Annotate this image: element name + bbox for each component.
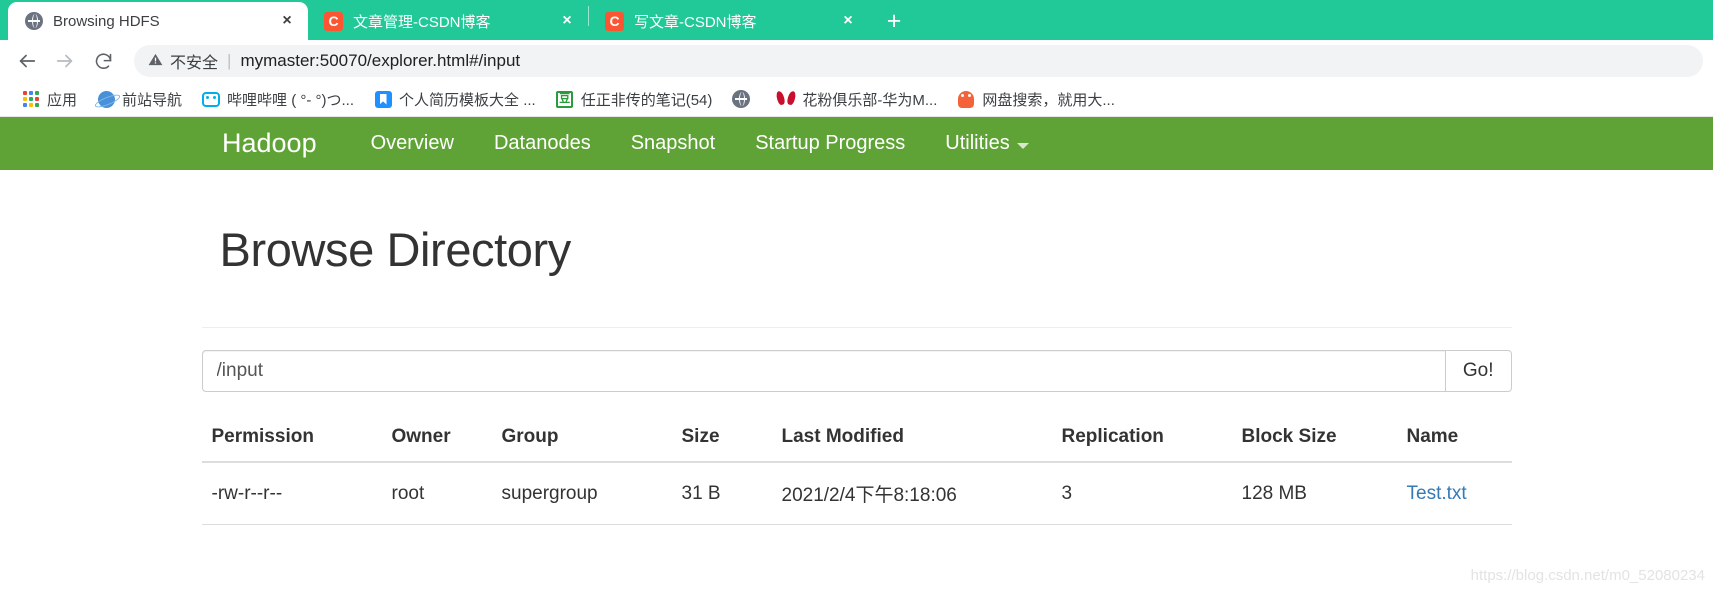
bilibili-icon	[202, 90, 221, 108]
bookmarks-bar: 应用 前站导航 哔哩哔哩 ( °- °)つ... 个人简历模板大全 ... 豆 …	[0, 82, 1713, 116]
douban-icon: 豆	[556, 90, 574, 108]
bookmark-label: 应用	[47, 91, 78, 109]
bookmark-qianzhan-nav[interactable]: 前站导航	[87, 86, 192, 113]
bookmark-label: 前站导航	[122, 91, 183, 109]
path-input[interactable]	[201, 350, 1446, 392]
address-bar[interactable]: 不安全 | mymaster:50070/explorer.html#/inpu…	[134, 45, 1703, 77]
browser-tab-browsing-hdfs[interactable]: Browsing HDFS ×	[8, 2, 308, 40]
table-head: Permission Owner Group Size Last Modifie…	[201, 418, 1512, 463]
bookmark-pan-search[interactable]: 网盘搜索，就用大...	[947, 86, 1125, 113]
nav-label: Utilities	[945, 132, 1010, 154]
table-body: -rw-r--r-- root supergroup 31 B 2021/2/4…	[201, 462, 1512, 525]
column-header-owner: Owner	[381, 418, 492, 463]
omnibox-separator: |	[227, 51, 232, 70]
back-icon[interactable]	[10, 44, 44, 78]
nav-label: Snapshot	[630, 132, 716, 154]
apps-grid-icon	[22, 90, 40, 108]
main-container: Browse Directory Go! Permission Owner Gr…	[192, 222, 1522, 525]
tab-title: 写文章-CSDN博客	[634, 13, 757, 31]
tab-strip: Browsing HDFS × C 文章管理-CSDN博客 × C 写文章-CS…	[0, 0, 1713, 40]
path-search-group: Go!	[201, 350, 1512, 392]
tab-close-icon[interactable]: ×	[839, 13, 857, 29]
tab-title: 文章管理-CSDN博客	[353, 13, 491, 31]
tab-close-icon[interactable]: ×	[278, 13, 296, 29]
bookmark-apps[interactable]: 应用	[12, 86, 87, 113]
hadoop-navbar: Hadoop Overview Datanodes Snapshot Start…	[0, 116, 1713, 170]
csdn-icon: C	[324, 11, 343, 31]
bookmark-bilibili[interactable]: 哔哩哔哩 ( °- °)つ...	[192, 86, 364, 113]
nav-item-datanodes[interactable]: Datanodes	[474, 132, 611, 155]
bookmark-huafen-club[interactable]: 花粉俱乐部-华为M...	[767, 86, 947, 113]
browser-tab-write-article[interactable]: C 写文章-CSDN博客 ×	[589, 2, 869, 40]
planet-icon	[97, 90, 115, 108]
title-divider	[201, 327, 1512, 328]
table-row: -rw-r--r-- root supergroup 31 B 2021/2/4…	[201, 462, 1512, 525]
bookmark-label: 网盘搜索，就用大...	[982, 91, 1115, 109]
browser-toolbar: 不安全 | mymaster:50070/explorer.html#/inpu…	[0, 40, 1713, 82]
warning-triangle-icon	[148, 52, 163, 70]
cell-size: 31 B	[671, 462, 772, 525]
csdn-icon: C	[605, 11, 624, 31]
bookmark-resume-templates[interactable]: 个人简历模板大全 ...	[364, 86, 546, 113]
nav-label: Datanodes	[493, 132, 591, 154]
table-header-row: Permission Owner Group Size Last Modifie…	[201, 418, 1512, 463]
cell-replication: 3	[1051, 462, 1232, 525]
nav-item-overview[interactable]: Overview	[351, 132, 474, 155]
column-header-replication: Replication	[1051, 418, 1232, 463]
hadoop-brand[interactable]: Hadoop	[222, 128, 335, 159]
nav-label: Overview	[370, 132, 454, 154]
globe-icon	[24, 12, 43, 31]
chevron-down-icon	[1016, 142, 1029, 149]
page-title: Browse Directory	[219, 223, 572, 276]
nav-item-startup-progress[interactable]: Startup Progress	[735, 132, 925, 155]
cell-last-modified: 2021/2/4下午8:18:06	[771, 462, 1052, 525]
bookmark-label: 个人简历模板大全 ...	[399, 91, 536, 109]
forward-icon[interactable]	[48, 44, 82, 78]
browser-tab-article-manage[interactable]: C 文章管理-CSDN博客 ×	[308, 2, 588, 40]
browser-window: Browsing HDFS × C 文章管理-CSDN博客 × C 写文章-CS…	[0, 0, 1713, 592]
tab-title: Browsing HDFS	[53, 12, 160, 30]
bookmark-globe[interactable]	[722, 87, 767, 111]
nav-item-snapshot[interactable]: Snapshot	[611, 132, 736, 155]
bookmark-label: 哔哩哔哩 ( °- °)つ...	[227, 91, 355, 109]
huawei-icon	[777, 90, 795, 108]
cell-permission: -rw-r--r--	[201, 462, 382, 525]
cell-group: supergroup	[491, 462, 672, 525]
column-header-block-size: Block Size	[1231, 418, 1397, 463]
new-tab-button[interactable]: +	[879, 6, 909, 36]
resume-icon	[374, 90, 392, 108]
bookmark-douban-notes[interactable]: 豆 任正非传的笔记(54)	[546, 86, 723, 113]
bookmark-label: 花粉俱乐部-华为M...	[802, 91, 938, 109]
security-status-label: 不安全	[170, 55, 219, 72]
column-header-last-modified: Last Modified	[771, 418, 1052, 463]
column-header-name: Name	[1396, 418, 1512, 463]
page-content: Hadoop Overview Datanodes Snapshot Start…	[0, 116, 1713, 592]
column-header-group: Group	[491, 418, 672, 463]
tab-close-icon[interactable]: ×	[558, 13, 576, 29]
globe-icon	[732, 90, 751, 108]
watermark: https://blog.csdn.net/m0_52080234	[1470, 567, 1705, 584]
column-header-size: Size	[671, 418, 772, 463]
go-button[interactable]: Go!	[1445, 350, 1512, 392]
file-link-test-txt[interactable]: Test.txt	[1407, 483, 1467, 504]
cell-name: Test.txt	[1396, 462, 1512, 525]
cell-block-size: 128 MB	[1231, 462, 1397, 525]
reload-icon[interactable]	[86, 44, 120, 78]
nav-item-utilities[interactable]: Utilities	[925, 132, 1048, 155]
pan-icon	[957, 90, 975, 108]
cell-owner: root	[381, 462, 492, 525]
directory-table: Permission Owner Group Size Last Modifie…	[201, 418, 1512, 525]
nav-label: Startup Progress	[755, 132, 906, 154]
bookmark-label: 任正非传的笔记(54)	[580, 91, 713, 109]
column-header-permission: Permission	[201, 418, 382, 463]
address-bar-url: mymaster:50070/explorer.html#/input	[240, 51, 521, 70]
